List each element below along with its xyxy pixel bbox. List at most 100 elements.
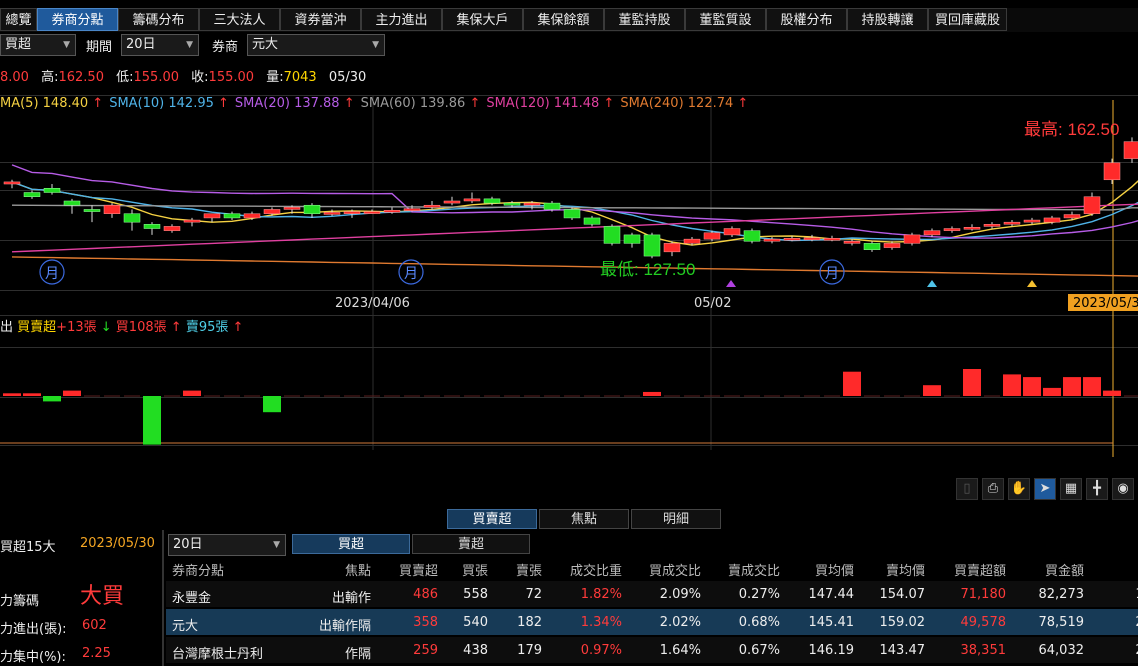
tab-11[interactable]: 持股轉讓 (847, 8, 928, 31)
sma-item: SMA(240) 122.74 ↑ (620, 96, 748, 111)
cursor-date-label: 2023/05/3 (1073, 296, 1138, 311)
pointer-icon[interactable]: ➤ (1034, 478, 1056, 500)
controls-row: 買超 ▼ 期間 20日 ▼ 券商 元大 ▼ (0, 32, 1138, 58)
eye-icon[interactable]: ◉ (1112, 478, 1134, 500)
volume-bar (63, 390, 81, 396)
sma-item: SMA(60) 139.86 ↑ (361, 96, 481, 111)
tab-12[interactable]: 買回庫藏股 (928, 8, 1007, 31)
table-cell: 出輸作 (331, 591, 371, 606)
table-period-select[interactable]: 20日 ▼ (168, 534, 286, 556)
net-label: 買賣超 (17, 320, 57, 335)
up-arrow-icon: ↑ (465, 96, 481, 111)
candle-body (123, 213, 141, 223)
up-arrow-icon: ↑ (733, 96, 749, 111)
up-arrow-icon: ↑ (599, 96, 615, 111)
candle-body (863, 243, 881, 250)
column-header[interactable]: 買賣超額 (954, 560, 1006, 579)
tab-5[interactable]: 主力進出 (361, 8, 442, 31)
column-header[interactable]: 賣均價 (886, 560, 925, 579)
crosshair-icon[interactable]: ╋ (1086, 478, 1108, 500)
sma-value: 141.48 (553, 96, 600, 111)
candle-body (943, 228, 961, 231)
table-buy-tab[interactable]: 買超 (292, 534, 410, 554)
table-cell: 0.97% (580, 643, 622, 658)
candle-body (403, 208, 421, 211)
net-label: 力進出(張): (0, 622, 67, 637)
period-select-value: 20日 (126, 37, 156, 52)
tab-2[interactable]: 籌碼分布 (118, 8, 199, 31)
column-header[interactable]: 買賣超 (399, 560, 438, 579)
tab-focus[interactable]: 焦點 (539, 509, 629, 529)
period-select[interactable]: 20日 ▼ (121, 34, 199, 56)
low-annotation: 最低: 127.50 (600, 260, 695, 279)
candlestick (743, 228, 761, 244)
table-icon[interactable]: ▦ (1060, 478, 1082, 500)
tab-10[interactable]: 股權分布 (766, 8, 847, 31)
candle-body (363, 211, 381, 214)
price-chart[interactable]: 最高: 162.50 最低: 127.50 月 月 月 2023/04/06 05/02 20… (0, 95, 1138, 505)
table-cell: 永豐金 (172, 591, 212, 606)
tab-1[interactable]: 券商分點 (37, 8, 118, 31)
candle-body (883, 243, 901, 248)
sma-legend: MA(5) 148.40 ↑ SMA(10) 142.95 ↑ SMA(20) 13… (0, 96, 754, 111)
candle-body (843, 241, 861, 244)
column-header[interactable]: 焦點 (345, 560, 371, 579)
table-cell: 182 (517, 615, 542, 630)
candle-body (1083, 196, 1101, 214)
tab-9[interactable]: 董監質設 (685, 8, 766, 31)
net-value: +13張 (56, 320, 97, 335)
table-cell: 作隔 (344, 647, 371, 662)
quote-high: 162.50 (58, 70, 104, 85)
table-cell: 出輸作隔 (318, 619, 371, 634)
sma-label: SMA(60) (360, 96, 420, 111)
column-header[interactable]: 買均價 (815, 560, 854, 579)
document-icon[interactable]: ▯ (956, 478, 978, 500)
up-arrow-icon: ↑ (213, 96, 229, 111)
tab-7[interactable]: 集保餘額 (523, 8, 604, 31)
tab-0[interactable]: 總覽 (0, 8, 37, 31)
table-cell: 1.34% (580, 615, 622, 630)
sma-value: 148.40 (42, 96, 89, 111)
quote-date: 05/30 (328, 70, 367, 85)
candle-body (823, 238, 841, 241)
volume-bar (1103, 390, 1121, 396)
month-marker-label: 月 (404, 266, 418, 282)
table-cell: 540 (463, 615, 488, 630)
tab-3[interactable]: 三大法人 (199, 8, 280, 31)
column-header[interactable]: 買張 (462, 560, 488, 579)
tab-buy-sell[interactable]: 買賣超 (447, 509, 537, 529)
column-header[interactable]: 賣張 (516, 560, 542, 579)
candle-body (303, 204, 321, 214)
column-header[interactable]: 買金額 (1045, 560, 1084, 579)
table-cell: 64,032 (1038, 643, 1085, 658)
divider (162, 530, 164, 666)
volume-bar (963, 369, 981, 396)
top-tab-bar: 總覽 券商分點 籌碼分布 三大法人 資券當沖 主力進出 集保大戶 集保餘額 董監持股 董監質設 股權… (0, 8, 1138, 32)
table-cell: 1.82% (580, 587, 622, 602)
mode-select[interactable]: 買超 ▼ (0, 34, 76, 56)
candlestick (563, 207, 581, 221)
tab-4[interactable]: 資券當沖 (280, 8, 361, 31)
column-header[interactable]: 買成交比 (649, 560, 701, 579)
volume-bar (183, 390, 201, 396)
tab-6[interactable]: 集保大戶 (442, 8, 523, 31)
table-sell-tab[interactable]: 賣超 (412, 534, 530, 554)
mode-select-value: 買超 (5, 37, 32, 52)
candle-body (1003, 221, 1021, 225)
column-header[interactable]: 成交比重 (570, 560, 622, 579)
broker-select[interactable]: 元大 ▼ (247, 34, 385, 56)
net-value: 602 (82, 618, 107, 633)
column-header[interactable]: 賣成交比 (728, 560, 780, 579)
candle-body (383, 210, 401, 213)
sma-item: SMA(120) 141.48 ↑ (486, 96, 614, 111)
column-header[interactable]: 券商分點 (172, 560, 224, 579)
table-cell: 78,519 (1038, 615, 1085, 630)
focus-value: 2.25 (82, 646, 111, 661)
candle-body (1023, 219, 1041, 223)
tab-detail[interactable]: 明細 (631, 509, 721, 529)
hand-icon[interactable]: ✋ (1008, 478, 1030, 500)
volume-bar (263, 396, 281, 413)
tab-8[interactable]: 董監持股 (604, 8, 685, 31)
print-icon[interactable]: ⎙ (982, 478, 1004, 500)
concentration-label: 力籌碼 (0, 594, 40, 609)
